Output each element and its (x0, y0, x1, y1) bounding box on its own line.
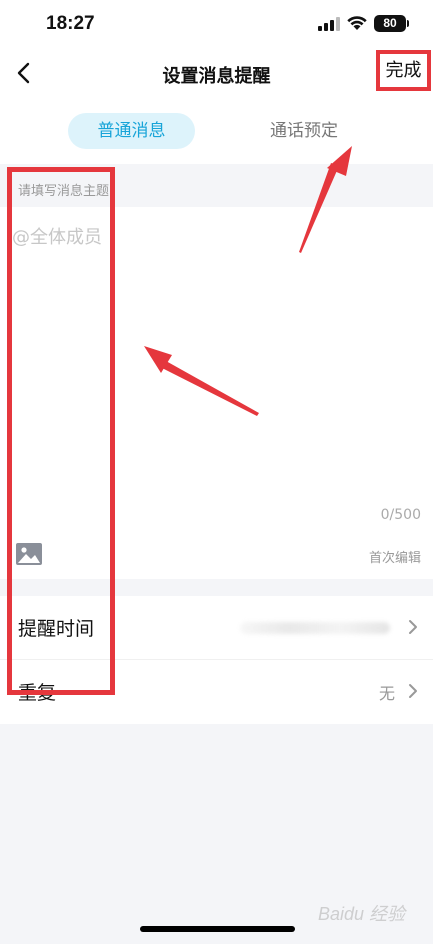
reminder-time-value (240, 622, 390, 634)
chevron-right-icon (409, 684, 417, 698)
nav-bar: 设置消息提醒 完成 (0, 50, 433, 98)
status-bar: 18:27 80 (0, 0, 433, 50)
repeat-value: 无 (378, 684, 395, 703)
watermark: Baidu 经验 (318, 904, 406, 924)
repeat-row[interactable]: 重复 无 (0, 660, 433, 724)
subject-input[interactable]: 请填写消息主题 (18, 180, 109, 199)
char-counter: 0/500 (380, 507, 421, 523)
message-input[interactable]: @全体成员 (12, 223, 102, 249)
settings-card: 提醒时间 重复 无 (0, 596, 433, 724)
tab-call-booking[interactable]: 通话预定 (244, 113, 364, 149)
home-indicator (140, 926, 295, 932)
signal-icon (318, 17, 340, 31)
message-card: @全体成员 0/500 首次编辑 (0, 207, 433, 579)
edit-status: 首次编辑 (368, 551, 421, 566)
page-title: 设置消息提醒 (162, 66, 271, 87)
battery-cap (407, 20, 409, 27)
wifi-icon (347, 16, 367, 30)
status-time: 18:27 (46, 13, 95, 34)
reminder-time-label: 提醒时间 (18, 618, 95, 640)
reminder-time-row[interactable]: 提醒时间 (0, 596, 433, 660)
chevron-right-icon (409, 620, 417, 634)
tab-normal-message[interactable]: 普通消息 (68, 113, 195, 149)
battery-indicator: 80 (374, 15, 406, 32)
image-icon[interactable] (16, 543, 42, 565)
tab-bar: 普通消息 通话预定 (0, 98, 433, 164)
done-button[interactable]: 完成 (376, 50, 431, 91)
repeat-label: 重复 (18, 682, 57, 704)
